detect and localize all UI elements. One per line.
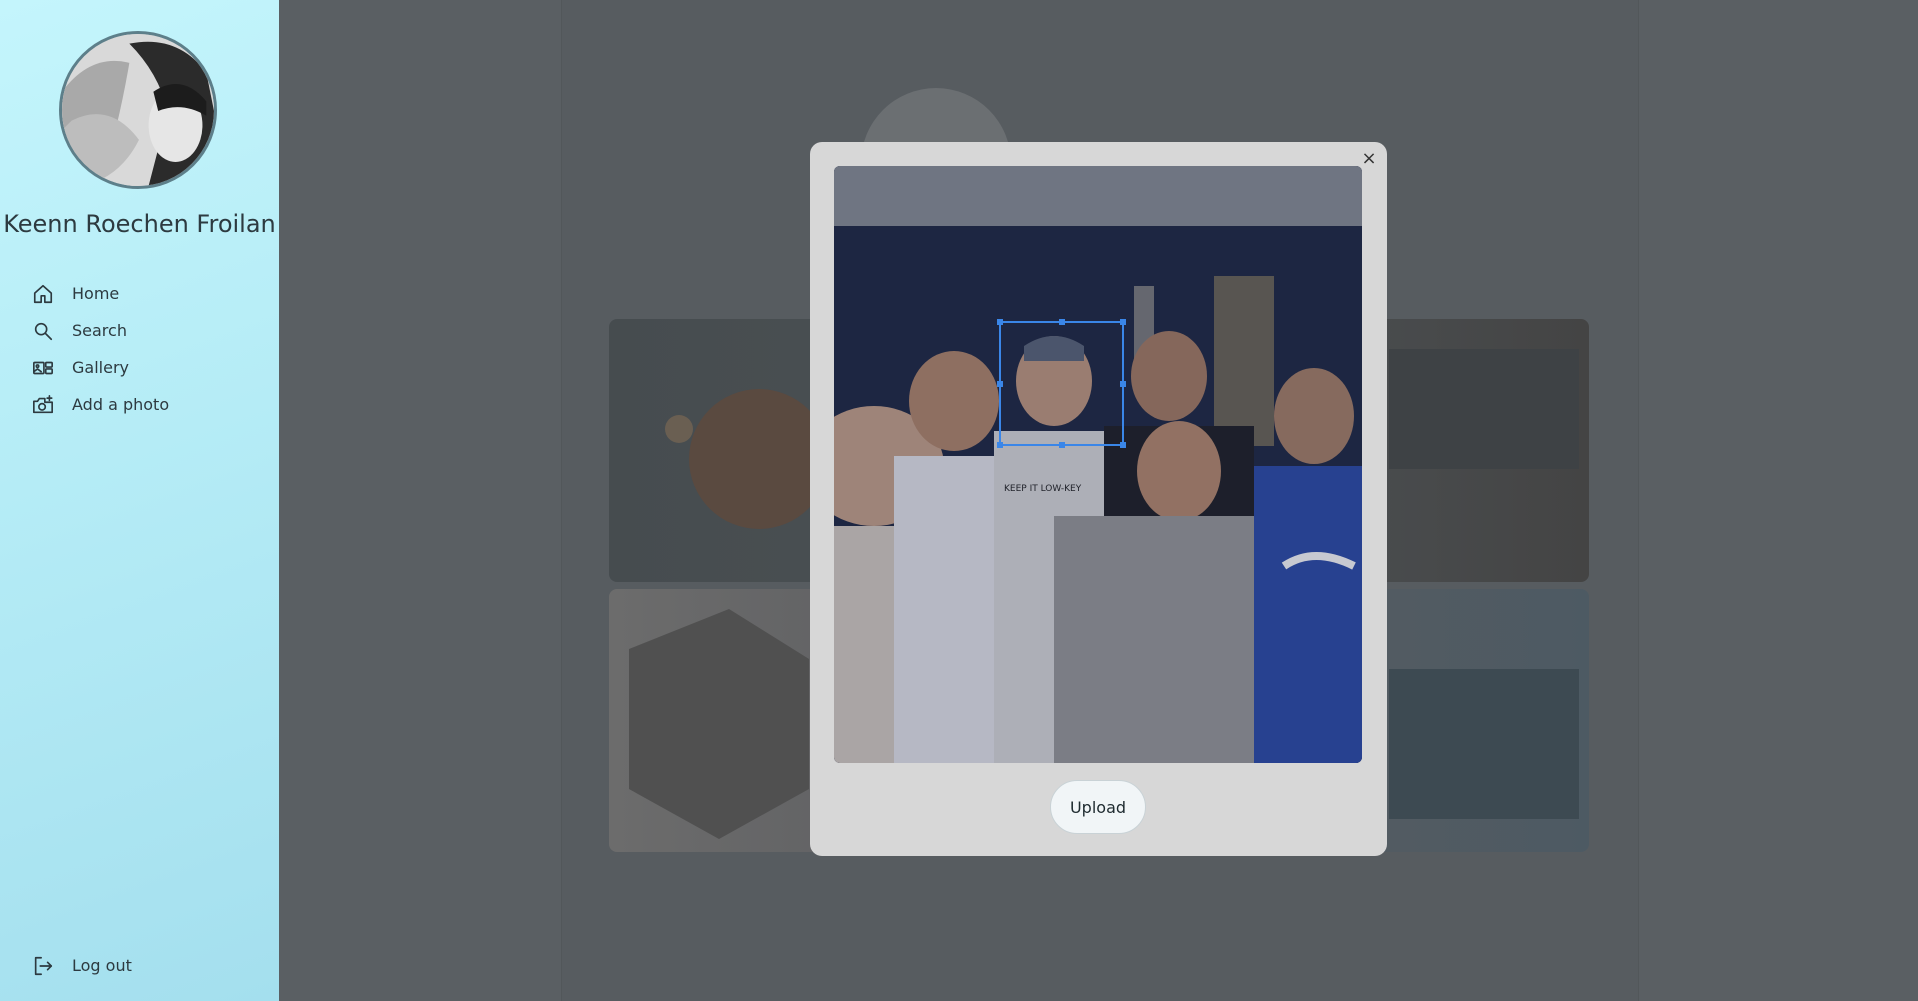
logout-icon	[32, 955, 54, 977]
crop-handle-bottom-left[interactable]	[997, 442, 1003, 448]
crop-handle-top-right[interactable]	[1120, 319, 1126, 325]
logout-button[interactable]: Log out	[32, 947, 132, 984]
profile-avatar[interactable]	[59, 31, 217, 189]
image-crop-area[interactable]: KEEP IT LOW-KEY	[834, 166, 1362, 763]
crop-handle-top[interactable]	[1059, 319, 1065, 325]
close-button[interactable]: ×	[1359, 148, 1379, 169]
crop-handle-right[interactable]	[1120, 381, 1126, 387]
search-icon	[32, 320, 54, 342]
crop-handle-bottom-right[interactable]	[1120, 442, 1126, 448]
crop-photo-modal: × KEEP IT LOW-KEY	[810, 142, 1387, 856]
profile-name: Keenn Roechen Froilan	[3, 210, 276, 238]
sidebar: Keenn Roechen Froilan Home Search Galler…	[0, 0, 279, 1001]
logout-label: Log out	[72, 956, 132, 975]
sidebar-item-label: Add a photo	[72, 395, 170, 414]
gallery-icon	[32, 357, 54, 379]
sidebar-item-add-photo[interactable]: Add a photo	[32, 386, 169, 423]
crop-selection-box[interactable]	[997, 319, 1126, 448]
add-photo-icon	[32, 394, 54, 416]
profile-photo	[62, 34, 214, 186]
sidebar-item-search[interactable]: Search	[32, 312, 169, 349]
sidebar-item-gallery[interactable]: Gallery	[32, 349, 169, 386]
sidebar-item-label: Search	[72, 321, 127, 340]
sidebar-item-label: Gallery	[72, 358, 129, 377]
sidebar-nav: Home Search Gallery Add a photo	[32, 275, 169, 423]
upload-button[interactable]: Upload	[1050, 780, 1146, 834]
crop-handle-bottom[interactable]	[1059, 442, 1065, 448]
crop-handle-top-left[interactable]	[997, 319, 1003, 325]
home-icon	[32, 283, 54, 305]
crop-handle-left[interactable]	[997, 381, 1003, 387]
sidebar-item-label: Home	[72, 284, 120, 303]
sidebar-item-home[interactable]: Home	[32, 275, 169, 312]
group-photo: KEEP IT LOW-KEY	[834, 166, 1362, 763]
